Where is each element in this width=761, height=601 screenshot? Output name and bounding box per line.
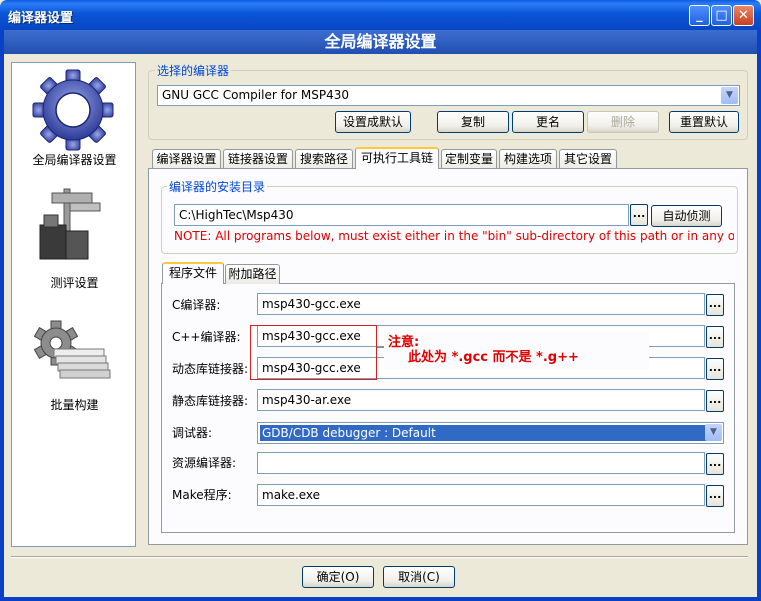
- set-default-button[interactable]: 设置成默认: [335, 111, 411, 133]
- sidebar-item-label: 测评设置: [50, 276, 99, 290]
- debugger-select[interactable]: GDB/CDB debugger : Default ▼: [257, 422, 724, 444]
- install-dir-group-title: 编译器的安装目录: [167, 178, 268, 195]
- sidebar-item-profiling[interactable]: [34, 185, 114, 265]
- sidebar-item-global[interactable]: [30, 67, 116, 153]
- sidebar-item-label: 全局编译器设置: [32, 153, 117, 167]
- debugger-select-value: GDB/CDB debugger : Default: [259, 424, 722, 442]
- window-title: 编译器设置: [8, 11, 74, 26]
- tab-toolchain-executables[interactable]: 可执行工具链: [355, 147, 439, 169]
- static-linker-browse-button[interactable]: ...: [706, 390, 724, 412]
- tab-linker-settings[interactable]: 链接器设置: [223, 149, 293, 169]
- make-program-input[interactable]: make.exe: [257, 484, 705, 506]
- chevron-down-icon[interactable]: ▼: [705, 424, 722, 441]
- minimize-button[interactable]: _: [689, 5, 710, 26]
- resource-compiler-label: 资源编译器:: [172, 456, 237, 470]
- sidebar-item-label: 批量构建: [50, 398, 99, 412]
- c-compiler-browse-button[interactable]: ...: [706, 294, 724, 316]
- window-frame-right: [757, 30, 761, 601]
- caliper-icon: [39, 188, 101, 260]
- resource-compiler-browse-button[interactable]: ...: [706, 453, 724, 475]
- dynamic-linker-label: 动态库链接器:: [172, 362, 249, 376]
- cancel-button[interactable]: 取消(C): [383, 566, 455, 588]
- window-frame-left: [0, 30, 4, 601]
- delete-button[interactable]: 删除: [587, 111, 659, 133]
- sidebar-item-batch-build[interactable]: [32, 319, 118, 389]
- gear-icon: [32, 69, 114, 151]
- make-program-browse-button[interactable]: ...: [706, 485, 724, 507]
- install-dir-input[interactable]: C:\HighTec\Msp430: [174, 204, 629, 226]
- annotation-text: 此处为 *.gcc 而不是 *.g++: [408, 350, 579, 365]
- c-compiler-input[interactable]: msp430-gcc.exe: [257, 293, 705, 315]
- rename-button[interactable]: 更名: [512, 111, 584, 133]
- close-button[interactable]: ✕: [733, 5, 754, 26]
- reset-default-button[interactable]: 重置默认: [669, 111, 739, 133]
- tab-custom-variables[interactable]: 定制变量: [441, 149, 497, 169]
- install-dir-note: NOTE: All programs below, must exist eit…: [174, 229, 734, 243]
- subtab-extra-paths[interactable]: 附加路径: [225, 264, 280, 284]
- maximize-button[interactable]: □: [711, 5, 732, 26]
- compiler-select[interactable]: GNU GCC Compiler for MSP430 ▼: [157, 85, 740, 106]
- auto-detect-button[interactable]: 自动侦测: [651, 205, 722, 227]
- chevron-down-icon[interactable]: ▼: [721, 87, 738, 104]
- compiler-select-group-title: 选择的编译器: [155, 62, 232, 79]
- window-frame-bottom: [0, 597, 761, 601]
- ok-button[interactable]: 确定(O): [302, 566, 374, 588]
- c-compiler-label: C编译器:: [172, 298, 221, 312]
- debugger-label: 调试器:: [172, 426, 213, 440]
- tab-build-options[interactable]: 构建选项: [499, 149, 557, 169]
- static-linker-input[interactable]: msp430-ar.exe: [257, 389, 705, 411]
- install-dir-browse-button[interactable]: ...: [630, 204, 648, 226]
- tab-other-settings[interactable]: 其它设置: [559, 149, 617, 169]
- batch-build-icon: [33, 320, 111, 379]
- annotation-highlight-box: [250, 325, 377, 380]
- tab-search-paths[interactable]: 搜索路径: [295, 149, 353, 169]
- cpp-compiler-label: C++编译器:: [172, 330, 241, 344]
- compiler-select-value: GNU GCC Compiler for MSP430: [162, 88, 349, 102]
- subtab-program-files[interactable]: 程序文件: [162, 262, 224, 284]
- static-linker-label: 静态库链接器:: [172, 394, 249, 408]
- cpp-compiler-browse-button[interactable]: ...: [706, 326, 724, 348]
- copy-button[interactable]: 复制: [437, 111, 509, 133]
- resource-compiler-input[interactable]: [257, 452, 705, 474]
- sidebar: 全局编译器设置 测评设置 批量构建: [11, 62, 136, 547]
- page-title: 全局编译器设置: [4, 30, 757, 54]
- footer-separator: [11, 556, 748, 558]
- title-bar[interactable]: [0, 0, 761, 30]
- dynamic-linker-browse-button[interactable]: ...: [706, 358, 724, 380]
- make-program-label: Make程序:: [172, 488, 232, 502]
- tab-compiler-settings[interactable]: 编译器设置: [152, 149, 221, 169]
